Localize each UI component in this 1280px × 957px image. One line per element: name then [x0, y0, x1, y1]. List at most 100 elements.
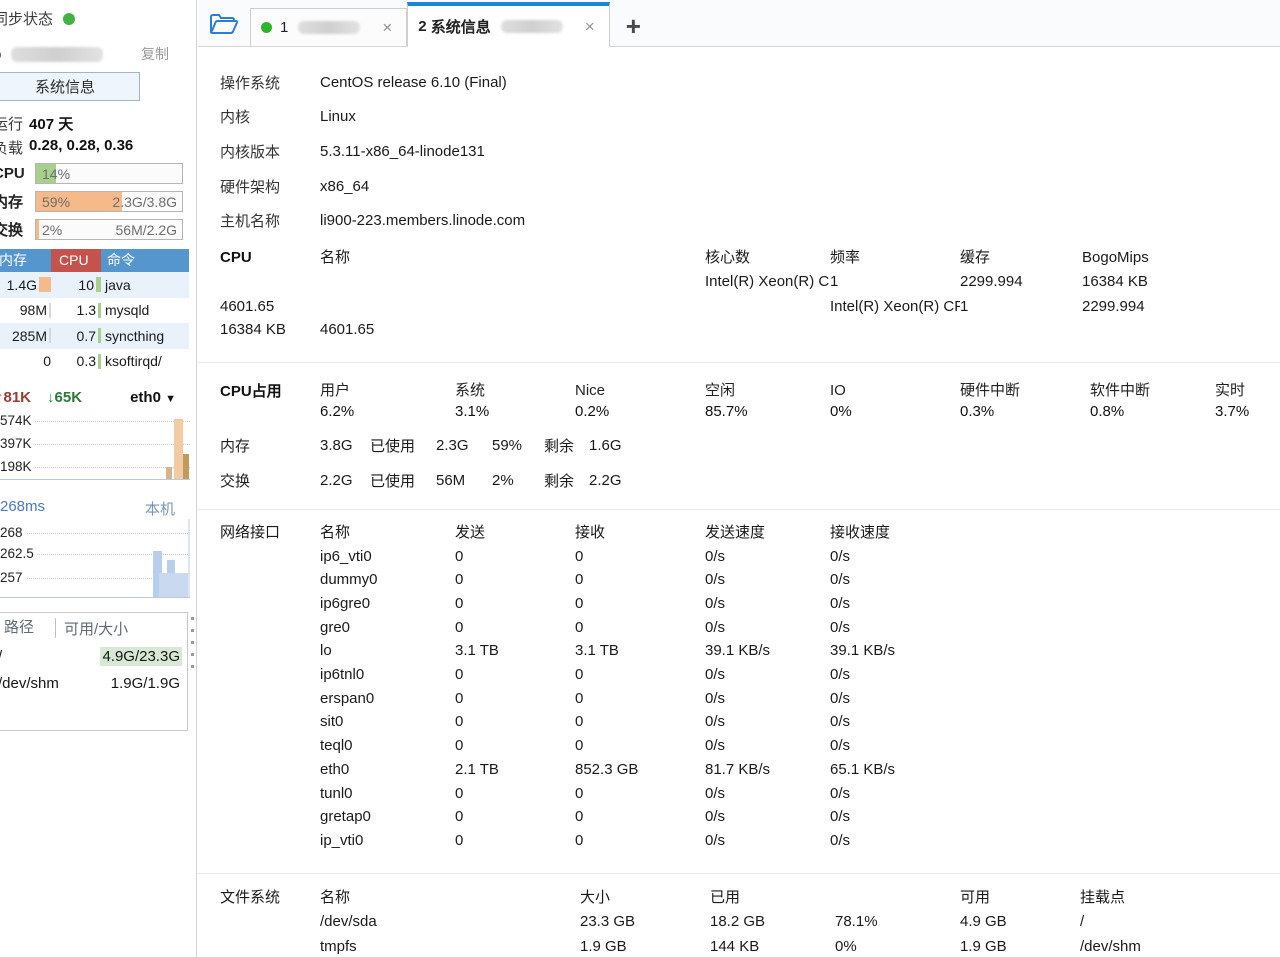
cpu-header-name: 名称 [320, 245, 705, 270]
usage-item-value: 0% [830, 401, 960, 422]
usage-item-label: 软件中断 [1090, 380, 1215, 401]
cpu-usage-item: Nice0.2% [575, 380, 705, 422]
cpu-bogomips: 4601.65 [220, 295, 320, 319]
network-section-label: 网络接口 [220, 521, 320, 545]
field-value: x86_64 [320, 178, 1280, 195]
graph-bar [159, 573, 189, 597]
cpu-freq: 2299.994 [1082, 295, 1280, 319]
swap-free: 2.2G [589, 472, 622, 489]
disk-path: / [0, 648, 2, 665]
interface-value [220, 805, 320, 829]
network-header-row: 网络接口名称发送接收发送速度接收速度 [220, 521, 1280, 545]
interface-value [220, 568, 320, 592]
uptime-label: 运行 [0, 113, 23, 134]
network-header: 发送 [455, 521, 575, 545]
interface-value [220, 545, 320, 569]
cpu-name: Intel(R) Xeon(R) CPU E5-2697 v4 @ 2.30GH… [705, 270, 830, 294]
system-field-row: 硬件架构x86_64 [220, 169, 1280, 204]
usage-item-label: 用户 [320, 380, 455, 401]
interface-value: 0/s [830, 568, 1280, 592]
open-folder-button[interactable] [198, 5, 250, 43]
process-mem: 0 [0, 353, 51, 369]
interface-value: 0/s [830, 663, 1280, 687]
ping-row: 268ms 本机 [0, 498, 187, 519]
system-info-button[interactable]: 系统信息 [0, 72, 140, 101]
interface-value: 0 [455, 829, 575, 853]
interface-value: 0/s [705, 687, 830, 711]
cpu-name: Intel(R) Xeon(R) CPU E5-2697 v4 @ 2.30GH… [830, 295, 960, 319]
field-label: 硬件架构 [220, 176, 320, 197]
interface-name: ip6_vti0 [320, 545, 455, 569]
process-row[interactable]: 00.3ksoftirqd/ [0, 349, 189, 375]
ping-value: 268ms [0, 498, 45, 519]
cpu-usage-item: 用户6.2% [320, 380, 455, 422]
interface-value: 0 [575, 805, 705, 829]
field-label: 内核版本 [220, 141, 320, 162]
interface-name: ip_vti0 [320, 829, 455, 853]
swap-row: 交换 2.2G 已使用 56M 2% 剩余 2.2G [220, 470, 1280, 492]
interface-value: 0/s [830, 805, 1280, 829]
cpu-cores: 1 [830, 270, 960, 294]
copy-button[interactable]: 复制 [141, 44, 169, 64]
folder-icon [209, 12, 239, 36]
network-interface-row: ip6tnl0000/s0/s [220, 663, 1280, 687]
interface-value: 0/s [830, 592, 1280, 616]
memory-total: 3.8G [320, 437, 370, 454]
memory-free: 1.6G [589, 437, 622, 454]
tab-2[interactable]: 2 系统信息× [407, 2, 609, 47]
tab-close-icon[interactable]: × [378, 18, 396, 38]
interface-name: teql0 [320, 734, 455, 758]
network-header: 发送速度 [705, 521, 830, 545]
field-label: 内核 [220, 106, 320, 127]
network-interface-row: eth02.1 TB852.3 GB81.7 KB/s65.1 KB/s [220, 758, 1280, 782]
process-header-mem: 内存 [0, 249, 51, 272]
filesystem-header: 大小 [580, 886, 710, 911]
interface-value: 0 [575, 616, 705, 640]
usage-item-value: 6.2% [320, 401, 455, 422]
process-row[interactable]: 98M1.3mysqld [0, 298, 189, 324]
filesystem-name: /dev/sda [320, 910, 580, 935]
graph-gridline: 268 [0, 533, 190, 534]
field-label: 操作系统 [220, 72, 320, 93]
filesystem-header: 已用 [710, 886, 835, 911]
divider-drag-handle[interactable] [189, 608, 195, 677]
network-throughput-row: ↑ 81K ↓ 65K eth0 ▼ [0, 389, 188, 406]
interface-value: 3.1 TB [455, 639, 575, 663]
gauge-内存: 内存59%2.3G/3.8G [0, 190, 193, 212]
interface-name: dummy0 [320, 568, 455, 592]
disk-path: /dev/shm [0, 675, 59, 692]
process-mem: 1.4G [0, 277, 51, 293]
filesystem-header: 可用 [960, 886, 1080, 911]
interface-value: 0/s [705, 734, 830, 758]
tab-title: 系统信息 [427, 16, 491, 37]
process-header-cmd: 命令 [101, 249, 189, 272]
interface-value: 0 [455, 616, 575, 640]
filesystem-value: 144 KB [710, 935, 835, 957]
filesystem-row: tmpfs1.9 GB144 KB0%1.9 GB/dev/shm [220, 935, 1280, 957]
graph-bar [188, 519, 190, 597]
process-row[interactable]: 1.4G10java [0, 272, 189, 298]
tab-close-icon[interactable]: × [581, 17, 599, 37]
gauge-detail: 2.3G/3.8G [112, 194, 177, 210]
interface-selector[interactable]: eth0 ▼ [130, 389, 176, 406]
interface-value: 0 [575, 568, 705, 592]
gauge-percent: 59% [42, 194, 70, 210]
new-tab-button[interactable]: + [626, 16, 641, 36]
interface-value: 852.3 GB [575, 758, 705, 782]
memory-label: 内存 [220, 435, 320, 456]
disk-table-header: 路径可用/大小 [0, 613, 187, 643]
ip-row: p 复制 [0, 44, 191, 64]
swap-free-label: 剩余 [544, 470, 589, 491]
upload-value: 81K [4, 389, 32, 406]
tab-strip: 1×2 系统信息× [250, 2, 610, 46]
interface-name: lo [320, 639, 455, 663]
process-row[interactable]: 285M0.7syncthing [0, 323, 189, 349]
tab-1[interactable]: 1× [250, 8, 407, 46]
cpu-usage-item: 系统3.1% [455, 380, 575, 422]
graph-gridline: 198K [0, 467, 190, 468]
swap-total: 2.2G [320, 472, 370, 489]
filesystem-value: 4.9 GB [960, 910, 1080, 935]
ip-label: p [0, 46, 1, 63]
swap-label: 交换 [220, 470, 320, 491]
load-label: 负载 [0, 137, 23, 158]
